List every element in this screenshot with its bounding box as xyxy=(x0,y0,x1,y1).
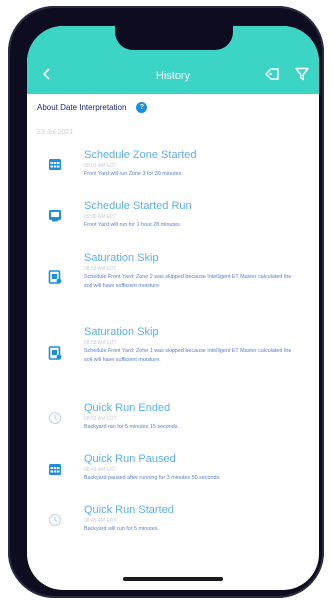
history-item-title: Saturation Skip xyxy=(84,252,159,264)
history-item-time: 08:58 AM EDT xyxy=(84,266,117,272)
saturation-document-icon xyxy=(48,346,62,360)
history-item-description: Backyard paused after running for 3 minu… xyxy=(84,475,221,481)
history-item-time: 09:01 AM EDT xyxy=(84,163,117,169)
share-tag-icon[interactable] xyxy=(264,67,280,81)
history-item-time: 08:52 AM EDT xyxy=(84,416,117,422)
date-section-label: 23 Jul 2021 xyxy=(37,129,74,136)
history-item-title: Schedule Zone Started xyxy=(84,149,197,161)
about-date-interpretation-link[interactable]: About Date Interpretation ? xyxy=(37,102,148,113)
quick-run-pause-icon xyxy=(48,462,62,476)
about-label: About Date Interpretation xyxy=(37,103,127,112)
history-item-description: Front Yard will run Zone 3 for 30 minute… xyxy=(84,171,183,177)
saturation-document-icon xyxy=(48,270,62,284)
history-item-title: Saturation Skip xyxy=(84,326,159,338)
history-item-time: 08:58 AM EDT xyxy=(84,340,117,346)
history-item-time: 09:00 AM EDT xyxy=(84,214,117,220)
history-item-description: Schedule Front Yard: Zone 1 was skipped … xyxy=(84,348,292,363)
history-item-title: Quick Run Ended xyxy=(84,402,171,414)
history-item-time: 08:45 AM EDT xyxy=(84,518,117,524)
history-item-title: Quick Run Started xyxy=(84,504,174,516)
quick-run-clock-icon xyxy=(48,411,62,425)
quick-run-clock-icon xyxy=(48,513,62,527)
schedule-screen-icon xyxy=(48,208,62,222)
info-icon[interactable]: ? xyxy=(136,102,148,113)
app-screen: History About Date Interpretation ? 23 J… xyxy=(27,26,319,590)
history-item-description: Backyard ran for 5 minutes 15 seconds. xyxy=(84,424,179,430)
history-item-time: 08:49 AM EDT xyxy=(84,467,117,473)
history-item-title: Schedule Started Run xyxy=(84,200,192,212)
history-item-description: Schedule Front Yard: Zone 2 was skipped … xyxy=(84,274,292,289)
history-item-title: Quick Run Paused xyxy=(84,453,176,465)
phone-notch xyxy=(115,24,233,50)
filter-icon[interactable] xyxy=(295,67,309,81)
phone-frame: History About Date Interpretation ? 23 J… xyxy=(8,6,324,598)
schedule-calendar-icon xyxy=(48,157,62,171)
history-item-description: Front Yard will run for 1 hour 28 minute… xyxy=(84,222,182,228)
home-indicator[interactable] xyxy=(123,577,223,581)
history-item-description: Backyard will run for 5 minutes. xyxy=(84,526,159,532)
